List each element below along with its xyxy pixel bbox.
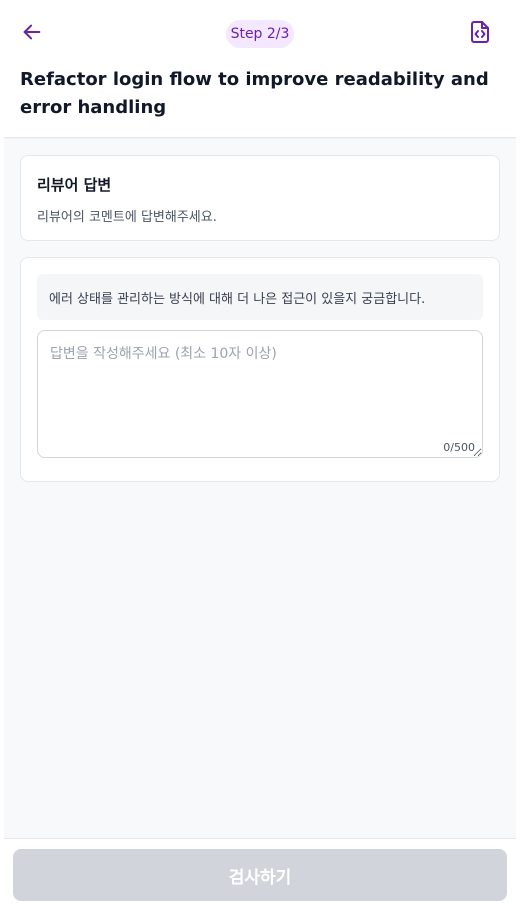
reviewer-comment: 에러 상태를 관리하는 방식에 대해 더 나은 접근이 있을지 궁금합니다. (37, 274, 483, 320)
footer: 검사하기 (4, 838, 516, 908)
submit-button[interactable]: 검사하기 (13, 849, 507, 901)
back-button[interactable] (18, 20, 46, 48)
view-file-button[interactable] (466, 20, 494, 48)
answer-input-wrapper: 0/500 (37, 330, 483, 458)
info-card-description: 리뷰어의 코멘트에 답변해주세요. (37, 210, 217, 225)
file-code-icon (469, 20, 491, 48)
info-card-title: 리뷰어 답변 (37, 176, 112, 194)
char-counter: 0/500 (443, 441, 475, 454)
answer-card: 에러 상태를 관리하는 방식에 대해 더 나은 접근이 있을지 궁금합니다. 0… (20, 257, 500, 482)
step-badge: Step 2/3 (226, 20, 294, 48)
app-root: Step 2/3 Refactor login flow to improve … (4, 0, 516, 908)
page-title: Refactor login flow to improve readabili… (20, 69, 489, 118)
header: Step 2/3 Refactor login flow to improve … (4, 0, 516, 138)
answer-textarea[interactable] (37, 330, 483, 458)
arrow-left-icon (21, 21, 43, 47)
reviewer-answer-info-card: 리뷰어 답변 리뷰어의 코멘트에 답변해주세요. (20, 155, 500, 241)
